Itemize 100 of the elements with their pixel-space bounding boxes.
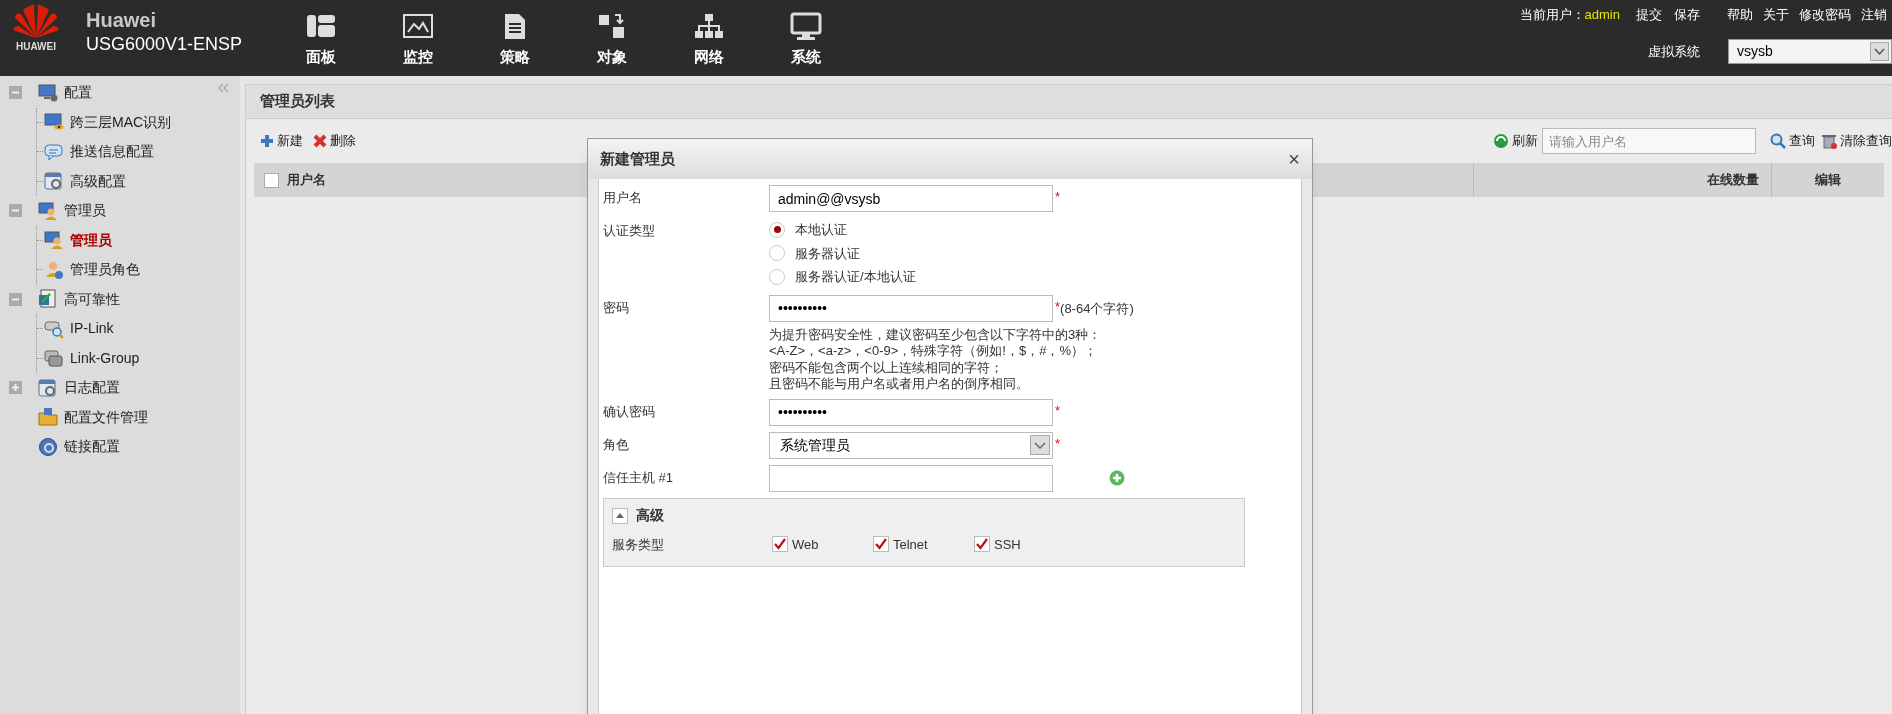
sidebar-item[interactable]: 配置 <box>64 82 92 104</box>
sidebar-item[interactable]: 高可靠性 <box>64 288 120 310</box>
field-label: 认证类型 <box>603 223 655 238</box>
collapse-toggle-icon[interactable] <box>9 86 22 100</box>
hint-text: 且密码不能与用户名或者用户名的倒序相同。 <box>769 376 1030 393</box>
collapse-icon[interactable] <box>612 507 628 524</box>
trash-icon <box>1821 133 1837 149</box>
clear-query-button[interactable]: 清除查询 <box>1821 131 1892 151</box>
nav-tab[interactable]: 策略 <box>466 0 563 76</box>
vsys-select[interactable]: vsysb <box>1728 39 1892 64</box>
radio-button[interactable] <box>769 221 785 238</box>
refresh-button[interactable]: 刷新 <box>1493 131 1538 151</box>
top-link[interactable]: 帮助 <box>1722 5 1758 25</box>
chat-bubble-icon <box>44 141 64 162</box>
toolbar-link[interactable]: 提交 <box>1630 5 1668 25</box>
hint-text: <A-Z>，<a-z>，<0-9>，特殊字符（例如!，$，#，%）； <box>769 343 1098 360</box>
column-header: 用户名 <box>287 171 326 190</box>
user-name: admin <box>1584 6 1620 25</box>
nav-tab[interactable]: 面板 <box>272 0 369 76</box>
globe-icon <box>38 436 58 457</box>
top-link[interactable]: 修改密码 <box>1794 5 1856 25</box>
field-label: 角色 <box>603 436 629 452</box>
check-icon <box>975 537 989 552</box>
dashboard-icon <box>304 12 337 40</box>
field-label: 用户名 <box>603 190 642 205</box>
sidebar-item[interactable]: 跨三层MAC识别 <box>70 111 172 133</box>
required-mark: * <box>1055 434 1061 453</box>
collapse-toggle-icon[interactable] <box>9 292 22 306</box>
checkbox[interactable] <box>772 536 788 553</box>
field-label: 密码 <box>603 299 629 315</box>
top-link[interactable]: 关于 <box>1758 5 1794 25</box>
refresh-icon <box>1493 133 1509 149</box>
field-label: 信任主机 #1 <box>603 469 674 485</box>
role-select[interactable]: 系统管理员 <box>769 431 1053 459</box>
sidebar-item[interactable]: 链接配置 <box>64 436 120 458</box>
folder-icon <box>38 407 58 428</box>
sidebar-item[interactable]: 管理员角色 <box>70 259 140 281</box>
field-label: 确认密码 <box>603 403 655 419</box>
delete-button[interactable]: 删除 <box>313 131 356 151</box>
radio-button[interactable] <box>769 268 785 285</box>
nav-tab[interactable]: 监控 <box>369 0 466 76</box>
dropdown-icon <box>1870 42 1889 61</box>
length-note: (8-64个字符) <box>1060 299 1134 318</box>
collapse-toggle-icon[interactable] <box>9 204 22 218</box>
checkbox[interactable] <box>974 536 990 553</box>
delete-icon <box>313 134 327 148</box>
column-header: 编辑 <box>1814 171 1842 190</box>
sidebar-item[interactable]: 管理员 <box>64 200 106 222</box>
search-field[interactable]: 请输入用户名 <box>1542 128 1756 154</box>
expand-toggle-icon[interactable] <box>9 381 22 395</box>
logo-text: HUAWEI <box>16 42 56 52</box>
sidebar-item[interactable]: 管理员 <box>70 229 112 251</box>
checkbox[interactable] <box>873 536 889 553</box>
select-all-checkbox[interactable] <box>264 172 279 188</box>
current-user-label: 当前用户： <box>1519 6 1585 25</box>
top-link[interactable]: 注销 <box>1856 5 1892 25</box>
sidebar-item[interactable]: 推送信息配置 <box>70 141 154 163</box>
flower-logo-icon <box>11 2 61 40</box>
checkbox-label: SSH <box>994 535 1021 554</box>
input-field[interactable]: admin@@vsysb <box>769 185 1053 212</box>
sidebar-item[interactable]: IP-Link <box>70 318 114 340</box>
collapse-icon <box>217 82 230 94</box>
nav-tab[interactable]: 对象 <box>563 0 660 76</box>
dialog-title: 新建管理员 <box>600 148 675 169</box>
search-icon <box>1770 133 1786 149</box>
check-icon <box>773 537 787 552</box>
sidebar-item[interactable]: 日志配置 <box>64 377 120 399</box>
vsys-label: 虚拟系统 <box>1648 42 1700 61</box>
monitor-gear-icon <box>38 82 58 103</box>
new-button[interactable]: 新建 <box>260 131 303 151</box>
checkbox-label: Web <box>792 535 819 554</box>
input-field[interactable] <box>769 464 1053 492</box>
check-icon <box>874 537 888 552</box>
model-name: USG6000V1-ENSP <box>86 33 244 56</box>
link-search-icon <box>44 318 64 339</box>
close-button[interactable]: × <box>1288 149 1300 169</box>
monitor-person-icon <box>44 230 64 251</box>
dropdown-icon <box>1030 435 1050 455</box>
sidebar-item[interactable]: Link-Group <box>70 347 140 369</box>
required-mark: * <box>1055 297 1061 314</box>
radio-button[interactable] <box>769 245 785 262</box>
add-icon <box>1109 470 1125 486</box>
devices-icon <box>38 289 58 310</box>
chart-icon <box>401 12 434 40</box>
input-field[interactable]: •••••••••• <box>769 398 1053 426</box>
query-button[interactable]: 查询 <box>1770 131 1815 151</box>
sidebar-item[interactable]: 配置文件管理 <box>64 406 148 428</box>
nav-tab[interactable]: 系统 <box>757 0 854 76</box>
column-header: 在线数量 <box>1474 163 1772 197</box>
hint-text: 为提升密码安全性，建议密码至少包含以下字符中的3种： <box>769 326 1103 343</box>
field-label: 服务类型 <box>612 536 664 552</box>
brand-name: Huawei <box>86 8 158 32</box>
sidebar-item[interactable]: 高级配置 <box>70 170 126 192</box>
radio-label: 服务器认证/本地认证 <box>795 268 916 286</box>
required-mark: * <box>1055 188 1061 206</box>
required-mark: * <box>1055 401 1061 420</box>
radio-label: 本地认证 <box>795 221 847 239</box>
nav-tab[interactable]: 网络 <box>660 0 757 76</box>
input-field[interactable]: •••••••••• <box>769 294 1053 322</box>
toolbar-link[interactable]: 保存 <box>1668 5 1706 25</box>
